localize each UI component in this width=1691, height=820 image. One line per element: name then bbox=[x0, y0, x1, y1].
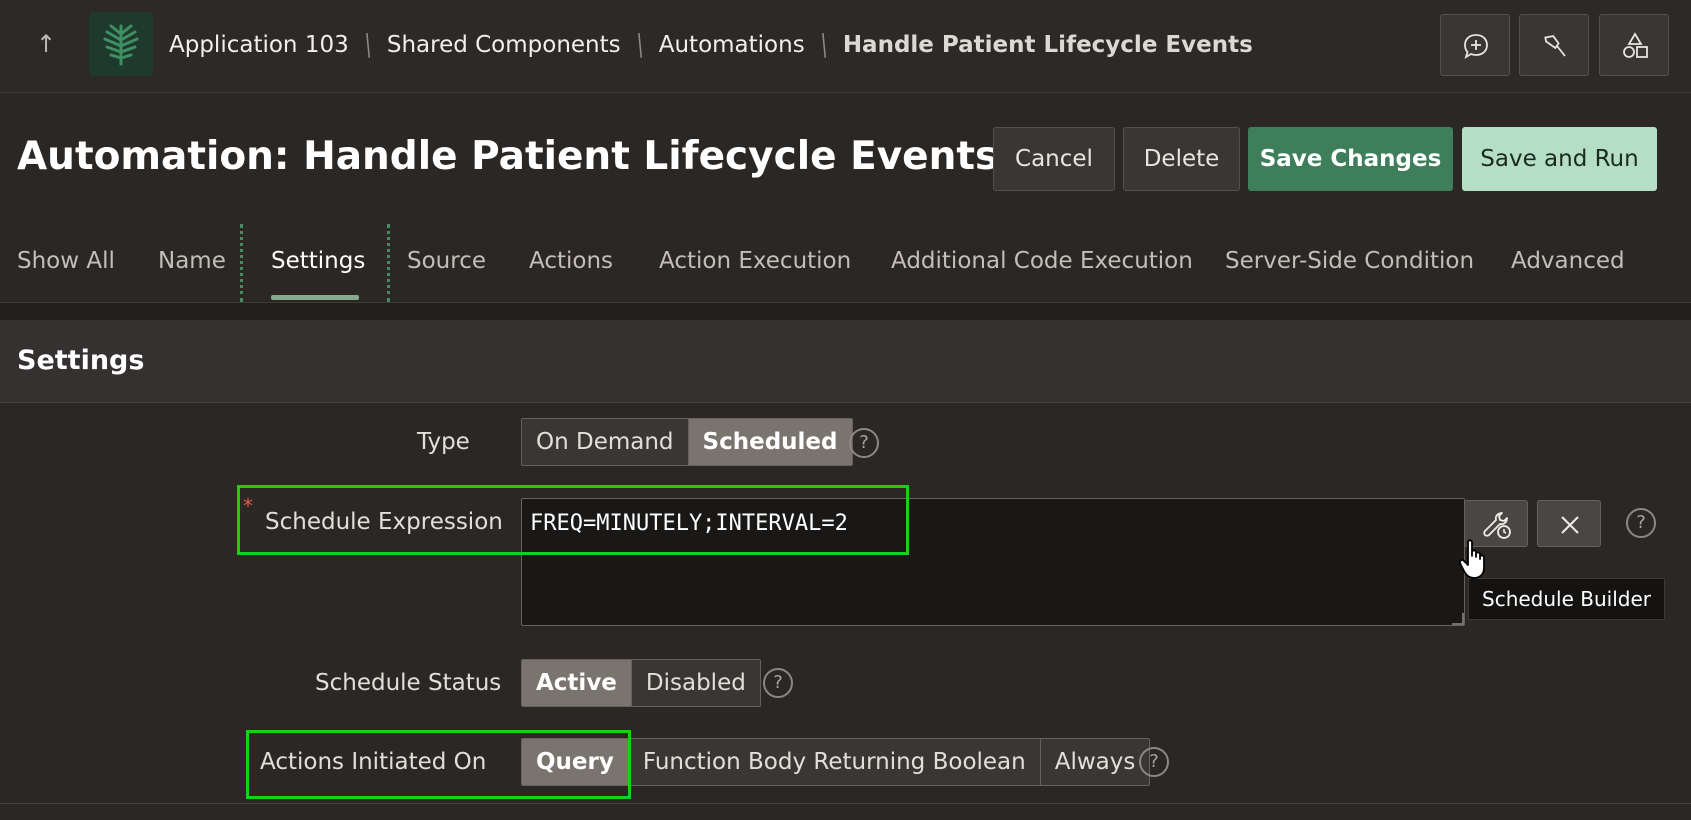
schedule-expression-help-icon[interactable]: ? bbox=[1626, 508, 1656, 538]
developer-pin-button[interactable] bbox=[1519, 14, 1589, 76]
navigate-up-icon[interactable]: ↑ bbox=[28, 26, 64, 62]
type-help-icon[interactable]: ? bbox=[849, 428, 879, 458]
schedule-builder-tooltip: Schedule Builder bbox=[1468, 578, 1665, 620]
schedule-status-label: Schedule Status bbox=[315, 670, 502, 696]
schedule-expression-input[interactable]: FREQ=MINUTELY;INTERVAL=2 bbox=[521, 498, 1465, 626]
delete-button[interactable]: Delete bbox=[1123, 127, 1240, 191]
save-changes-button[interactable]: Save Changes bbox=[1248, 127, 1453, 191]
region-footer bbox=[0, 803, 1691, 820]
settings-region-header: Settings bbox=[0, 320, 1691, 403]
schedule-expression-label: Schedule Expression bbox=[265, 509, 503, 535]
breadcrumb: Application 103 \ Shared Components \ Au… bbox=[169, 27, 1253, 63]
hand-cursor-icon bbox=[1458, 539, 1485, 579]
tab-source[interactable]: Source bbox=[407, 248, 486, 274]
app-logo[interactable] bbox=[89, 12, 153, 76]
page-title: Automation: Handle Patient Lifecycle Eve… bbox=[17, 134, 999, 179]
schedule-status-option-active[interactable]: Active bbox=[522, 660, 631, 706]
actions-initiated-on-help-icon[interactable]: ? bbox=[1139, 747, 1169, 777]
shapes-icon bbox=[1623, 32, 1648, 58]
close-icon bbox=[1561, 516, 1579, 534]
breadcrumb-separator: \ bbox=[359, 27, 377, 63]
breadcrumb-automations[interactable]: Automations bbox=[659, 32, 805, 58]
breadcrumb-shared-components[interactable]: Shared Components bbox=[387, 32, 621, 58]
top-bar: ↑ Application 103 \ Shared Components \ … bbox=[0, 0, 1691, 93]
wrench-clock-icon bbox=[1483, 512, 1511, 539]
clear-expression-button[interactable] bbox=[1537, 500, 1601, 547]
breadcrumb-application[interactable]: Application 103 bbox=[169, 32, 349, 58]
tab-action-execution[interactable]: Action Execution bbox=[659, 248, 851, 274]
tabs-separator bbox=[0, 302, 1691, 322]
required-indicator: * bbox=[243, 494, 253, 518]
tab-name[interactable]: Name bbox=[158, 248, 226, 274]
type-option-on-demand[interactable]: On Demand bbox=[522, 419, 688, 465]
chat-plus-icon bbox=[1464, 34, 1488, 59]
type-radio-group: On Demand Scheduled bbox=[521, 418, 853, 466]
save-and-run-button[interactable]: Save and Run bbox=[1462, 127, 1657, 191]
tab-divider bbox=[240, 224, 243, 302]
tab-show-all[interactable]: Show All bbox=[17, 248, 115, 274]
shared-components-button[interactable] bbox=[1599, 14, 1669, 76]
schedule-status-option-disabled[interactable]: Disabled bbox=[630, 660, 760, 706]
tab-divider bbox=[387, 224, 390, 302]
breadcrumb-separator: \ bbox=[630, 27, 649, 63]
type-label: Type bbox=[417, 429, 470, 455]
feedback-button[interactable] bbox=[1440, 14, 1510, 76]
actions-initiated-option-function-body[interactable]: Function Body Returning Boolean bbox=[627, 739, 1040, 785]
breadcrumb-separator: \ bbox=[814, 27, 833, 63]
tree-leaf-icon bbox=[103, 24, 139, 66]
cancel-button[interactable]: Cancel bbox=[993, 127, 1115, 191]
textarea-resize-handle[interactable] bbox=[1452, 613, 1464, 625]
actions-initiated-on-radio-group: Query Function Body Returning Boolean Al… bbox=[521, 738, 1151, 786]
tab-server-side-condition[interactable]: Server-Side Condition bbox=[1225, 248, 1474, 274]
schedule-status-radio-group: Active Disabled bbox=[521, 659, 761, 707]
type-option-scheduled[interactable]: Scheduled bbox=[687, 419, 852, 465]
tab-bar: Show All Name Settings Source Actions Ac… bbox=[0, 218, 1691, 302]
region-title: Settings bbox=[17, 345, 145, 376]
actions-initiated-option-always[interactable]: Always bbox=[1039, 739, 1150, 785]
schedule-status-help-icon[interactable]: ? bbox=[763, 668, 793, 698]
actions-initiated-on-label: Actions Initiated On bbox=[260, 749, 487, 775]
tab-actions[interactable]: Actions bbox=[529, 248, 613, 274]
pin-icon bbox=[1544, 35, 1566, 57]
actions-initiated-option-query[interactable]: Query bbox=[522, 739, 628, 785]
active-tab-indicator bbox=[271, 295, 359, 300]
tab-advanced[interactable]: Advanced bbox=[1511, 248, 1625, 274]
tab-additional-code-execution[interactable]: Additional Code Execution bbox=[891, 248, 1193, 274]
breadcrumb-current: Handle Patient Lifecycle Events bbox=[842, 32, 1253, 58]
tab-settings[interactable]: Settings bbox=[271, 248, 365, 274]
